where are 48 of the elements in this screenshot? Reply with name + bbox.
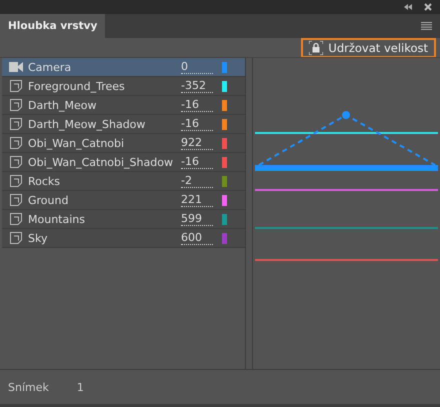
depth-value[interactable]: 599 (181, 212, 213, 226)
layer-name: Rocks (27, 174, 62, 188)
layer-row[interactable]: Darth_Meow -16 (2, 96, 245, 115)
depth-value[interactable]: 922 (181, 136, 213, 150)
depth-value[interactable]: 0 (181, 60, 213, 74)
layer-row[interactable]: Obi_Wan_Catnobi 922 (2, 134, 245, 153)
layer-name: Obi_Wan_Catnobi (27, 136, 126, 150)
depth-value[interactable]: 600 (181, 231, 213, 245)
frame-label: Snímek (8, 380, 49, 394)
layer-icon (10, 156, 22, 168)
layer-icon (10, 137, 22, 149)
layer-row[interactable]: Foreground_Trees -352 (2, 77, 245, 96)
panel-tab[interactable]: Hloubka vrstvy (0, 14, 106, 38)
layer-name: Darth_Meow_Shadow (27, 118, 146, 130)
layer-row[interactable]: Camera 0 (2, 58, 245, 77)
layer-name: Sky (27, 232, 48, 244)
layer-row[interactable]: Darth_Meow_Shadow -16 (2, 115, 245, 134)
depth-value[interactable]: -16 (181, 98, 213, 112)
layer-row[interactable]: Mountains 599 (2, 210, 245, 229)
layer-row[interactable]: Rocks -2 (2, 172, 245, 191)
depth-value[interactable]: -16 (181, 155, 213, 169)
keep-size-button[interactable]: Udržovat velikost (301, 38, 436, 58)
layer-icon (10, 118, 22, 130)
layer-name: Ground (27, 194, 70, 206)
depth-value[interactable]: -2 (181, 174, 213, 188)
layer-row[interactable]: Obi_Wan_Catnobi_Shadow -16 (2, 153, 245, 172)
lock-icon (309, 40, 324, 54)
depth-value[interactable]: -16 (181, 117, 213, 131)
layer-icon (10, 99, 22, 111)
depth-value[interactable]: 221 (181, 193, 213, 207)
menu-icon[interactable] (421, 22, 432, 30)
layer-icon (10, 232, 22, 244)
layer-icon (10, 213, 22, 225)
layer-icon (10, 175, 22, 187)
camera-icon (9, 62, 23, 72)
collapse-icon[interactable] (404, 4, 412, 10)
layer-name: Mountains (27, 212, 86, 226)
depth-value[interactable]: -352 (181, 79, 213, 93)
layer-row[interactable]: Sky 600 (2, 229, 245, 248)
layer-name: Foreground_Trees (27, 80, 126, 92)
frame-value: 1 (76, 380, 84, 394)
layer-row[interactable]: Ground 221 (2, 191, 245, 210)
layer-name: Darth_Meow (27, 98, 98, 112)
layer-icon (10, 80, 22, 92)
layer-name: Obi_Wan_Catnobi_Shadow (27, 156, 174, 168)
layer-name: Camera (27, 60, 72, 74)
layer-icon (10, 194, 22, 206)
close-icon[interactable] (424, 3, 432, 11)
